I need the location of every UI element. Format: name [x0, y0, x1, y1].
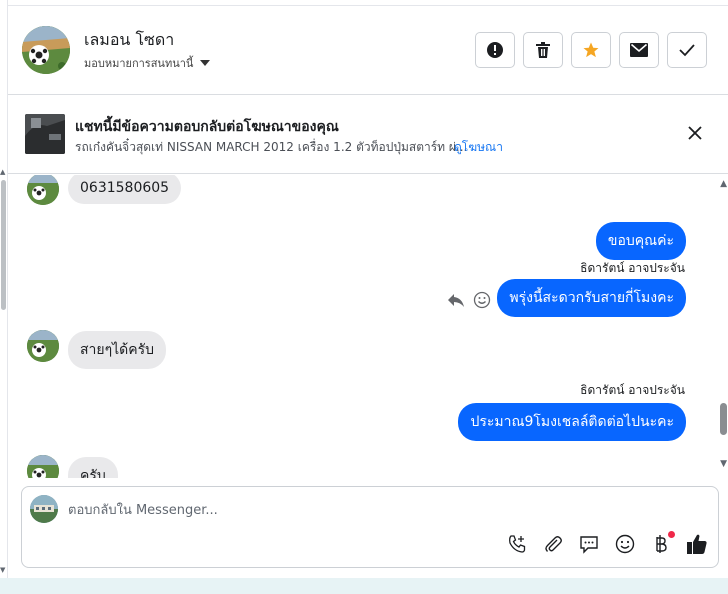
- message-hover-actions: [447, 291, 491, 309]
- contact-avatar-small[interactable]: [27, 330, 59, 362]
- header-actions: [475, 32, 707, 68]
- star-button[interactable]: [571, 32, 611, 68]
- report-button[interactable]: [475, 32, 515, 68]
- trash-icon: [536, 42, 550, 58]
- payment-button[interactable]: [650, 531, 675, 555]
- composer-toolbar: [506, 531, 708, 555]
- thread-scrollbar-thumb[interactable]: [720, 403, 727, 435]
- thread-scrollbar[interactable]: ▲ ▼: [716, 175, 728, 478]
- message-thread[interactable]: 0631580605 ขอบคุณค่ะ ธิดารัตน์ อาจประจัน…: [8, 175, 728, 478]
- scroll-down-arrow-icon[interactable]: ▼: [720, 459, 727, 469]
- phone-add-icon: [509, 535, 526, 553]
- outgoing-message[interactable]: พรุ่งนี้สะดวกรับสายกี่โมงคะ: [497, 279, 686, 317]
- contact-avatar-small[interactable]: [27, 175, 59, 205]
- contact-avatar-small[interactable]: [27, 455, 59, 478]
- mark-done-button[interactable]: [667, 32, 707, 68]
- like-button[interactable]: [686, 533, 708, 555]
- attach-button[interactable]: [542, 533, 564, 555]
- baht-icon: [656, 535, 667, 553]
- reply-icon[interactable]: [447, 292, 465, 308]
- star-icon: [583, 42, 599, 58]
- ad-thumbnail[interactable]: [25, 114, 65, 154]
- paperclip-icon: [545, 536, 562, 552]
- chat-bubble-icon: [580, 536, 598, 554]
- conversation-header: เลมอน โซดา มอบหมายการสนทนานี้: [8, 6, 728, 95]
- saved-replies-button[interactable]: [578, 533, 600, 555]
- react-smiley-icon[interactable]: [473, 291, 491, 309]
- alert-icon: [487, 42, 503, 58]
- sender-name: ธิดารัตน์ อาจประจัน: [580, 261, 685, 275]
- thumbs-up-icon: [687, 534, 707, 554]
- ad-subtitle: รถเก๋งคันจิ๋วสุดเท่ NISSAN MARCH 2012 เค…: [75, 140, 468, 154]
- reply-input[interactable]: [68, 497, 468, 523]
- reply-composer: [21, 486, 719, 568]
- envelope-icon: [630, 43, 648, 57]
- contact-avatar[interactable]: [22, 26, 70, 74]
- contact-name: เลมอน โซดา: [84, 30, 175, 49]
- sender-name: ธิดารัตน์ อาจประจัน: [580, 383, 685, 397]
- bottom-page-band: [0, 578, 728, 594]
- outgoing-message[interactable]: ประมาณ9โมงเชลล์ติดต่อไปนะคะ: [458, 403, 686, 441]
- mark-unread-button[interactable]: [619, 32, 659, 68]
- view-ad-link[interactable]: ดูโฆษณา: [454, 138, 503, 157]
- page-avatar: [30, 495, 58, 523]
- left-scrollbar[interactable]: ▲ ▼: [0, 0, 8, 594]
- incoming-message[interactable]: สายๆได้ครับ: [68, 331, 167, 369]
- incoming-message[interactable]: 0631580605: [68, 175, 182, 204]
- call-button[interactable]: [506, 533, 528, 555]
- ad-reply-banner: แชทนี้มีข้อความตอบกลับต่อโฆษณาของคุณ รถเ…: [8, 96, 728, 174]
- smiley-icon: [615, 534, 635, 554]
- assign-label: มอบหมายการสนทนานี้: [84, 57, 194, 70]
- caret-down-icon: [200, 60, 211, 66]
- scroll-down-arrow-icon[interactable]: ▼: [0, 566, 5, 574]
- outgoing-message[interactable]: ขอบคุณค่ะ: [595, 222, 686, 260]
- close-icon: [688, 126, 702, 140]
- check-icon: [679, 44, 695, 57]
- close-banner-button[interactable]: [684, 122, 706, 144]
- ad-title: แชทนี้มีข้อความตอบกลับต่อโฆษณาของคุณ: [75, 119, 339, 135]
- assign-conversation-dropdown[interactable]: มอบหมายการสนทนานี้: [84, 54, 211, 72]
- left-scrollbar-thumb[interactable]: [1, 180, 6, 310]
- incoming-message[interactable]: ครับ: [68, 457, 118, 478]
- scroll-up-arrow-icon[interactable]: ▲: [0, 168, 5, 176]
- notification-dot: [668, 531, 675, 538]
- delete-button[interactable]: [523, 32, 563, 68]
- scroll-up-arrow-icon[interactable]: ▲: [720, 179, 727, 189]
- emoji-button[interactable]: [614, 533, 636, 555]
